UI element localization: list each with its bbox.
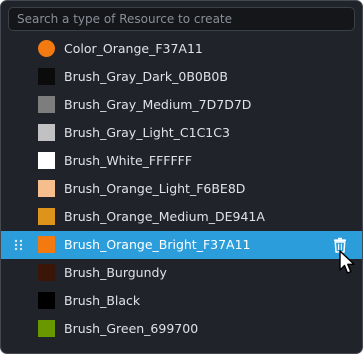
list-item-selected[interactable]: Brush_Orange_Bright_F37A11: [1, 231, 362, 259]
color-swatch: [38, 264, 55, 281]
list-item[interactable]: Color_Orange_F37A11: [1, 35, 362, 63]
resource-name: Brush_Burgundy: [64, 265, 167, 280]
color-swatch: [38, 208, 55, 225]
resource-name: Color_Orange_F37A11: [64, 41, 203, 56]
color-swatch: [38, 180, 55, 197]
resource-name: Brush_Gray_Light_C1C1C3: [64, 125, 230, 140]
color-swatch: [38, 68, 55, 85]
resource-name: Brush_Orange_Medium_DE941A: [64, 209, 265, 224]
color-swatch: [38, 124, 55, 141]
list-item[interactable]: Brush_Black: [1, 287, 362, 315]
drag-handle-icon[interactable]: [14, 239, 24, 251]
resource-picker-popup: Color_Orange_F37A11 Brush_Gray_Dark_0B0B…: [0, 0, 363, 354]
list-item[interactable]: Brush_Gray_Dark_0B0B0B: [1, 63, 362, 91]
list-item[interactable]: Brush_Orange_Light_F6BE8D: [1, 175, 362, 203]
resource-name: Brush_Orange_Bright_F37A11: [64, 237, 251, 252]
resource-name: Brush_Black: [64, 293, 141, 308]
list-item[interactable]: Brush_Gray_Light_C1C1C3: [1, 119, 362, 147]
color-swatch: [38, 152, 55, 169]
trash-icon[interactable]: [333, 237, 347, 253]
color-swatch: [38, 320, 55, 337]
list-item[interactable]: Brush_Gray_Medium_7D7D7D: [1, 91, 362, 119]
list-item[interactable]: Brush_White_FFFFFF: [1, 147, 362, 175]
resource-name: Brush_Gray_Dark_0B0B0B: [64, 69, 228, 84]
color-swatch: [38, 96, 55, 113]
resource-name: Brush_Green_699700: [64, 321, 199, 336]
resource-name: Brush_White_FFFFFF: [64, 153, 193, 168]
resource-list: Color_Orange_F37A11 Brush_Gray_Dark_0B0B…: [1, 35, 362, 343]
resource-name: Brush_Orange_Light_F6BE8D: [64, 181, 246, 196]
color-swatch: [38, 40, 55, 57]
color-swatch: [38, 292, 55, 309]
resource-name: Brush_Gray_Medium_7D7D7D: [64, 97, 252, 112]
list-item[interactable]: Brush_Green_699700: [1, 315, 362, 343]
search-input[interactable]: [8, 7, 355, 31]
color-swatch: [38, 236, 55, 253]
list-item[interactable]: Brush_Burgundy: [1, 259, 362, 287]
list-item[interactable]: Brush_Orange_Medium_DE941A: [1, 203, 362, 231]
